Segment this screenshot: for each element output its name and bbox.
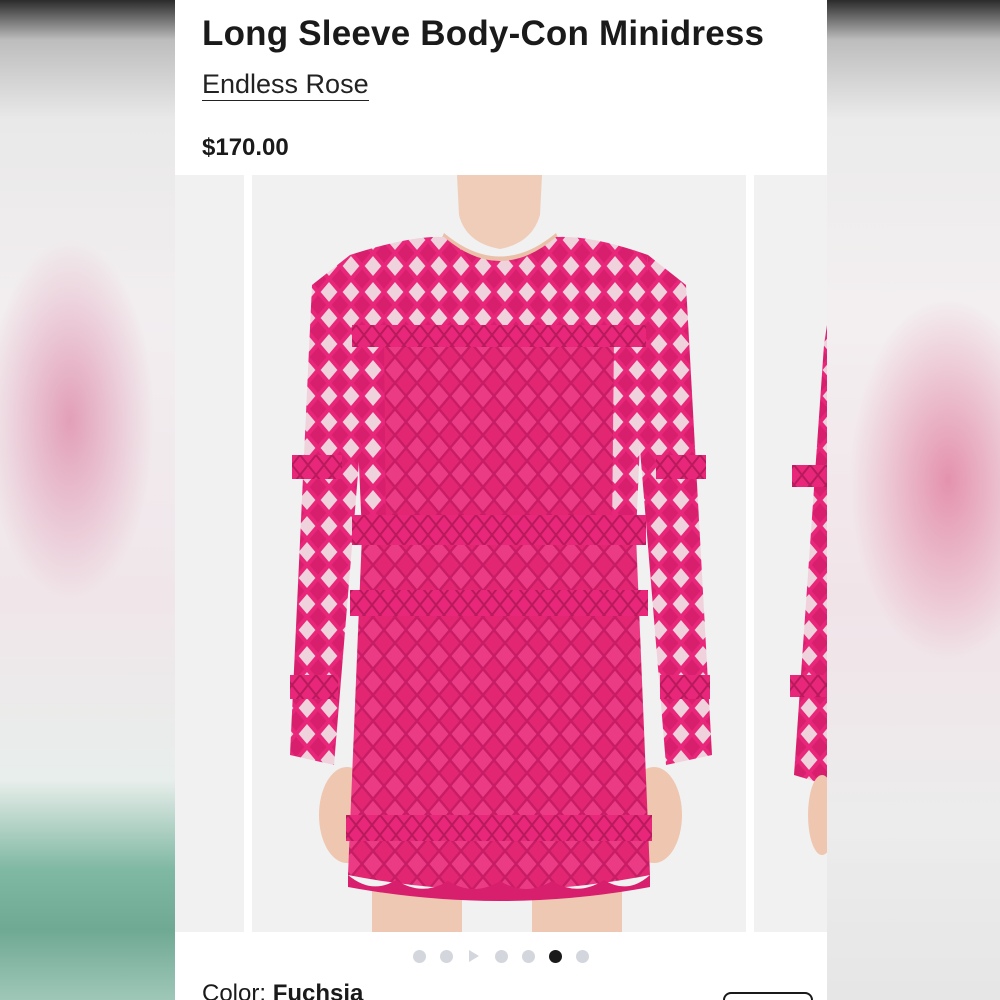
next-dress-photo bbox=[790, 325, 827, 855]
product-page: Long Sleeve Body-Con Minidress Endless R… bbox=[175, 0, 827, 1000]
blurred-backdrop-right bbox=[827, 0, 1000, 1000]
product-title: Long Sleeve Body-Con Minidress bbox=[202, 14, 765, 53]
pagination-dot[interactable] bbox=[440, 949, 453, 963]
carousel-slide-current[interactable] bbox=[252, 175, 746, 932]
carousel-slide-previous[interactable] bbox=[175, 175, 244, 932]
pagination-dot[interactable] bbox=[522, 949, 535, 963]
pagination-dot-active[interactable] bbox=[549, 949, 562, 963]
blurred-backdrop-left bbox=[0, 0, 175, 1000]
brand-link[interactable]: Endless Rose bbox=[202, 68, 369, 101]
size-option-button[interactable] bbox=[723, 992, 813, 1000]
pagination-dot[interactable] bbox=[413, 949, 426, 963]
pagination-dot[interactable] bbox=[576, 949, 589, 963]
carousel-slide-next[interactable] bbox=[754, 175, 827, 932]
image-carousel[interactable] bbox=[175, 175, 827, 932]
video-play-icon[interactable] bbox=[469, 950, 479, 962]
color-value: Fuchsia bbox=[272, 980, 364, 1000]
color-label: Color: bbox=[202, 980, 273, 1000]
color-selection: Color: Fuchsia bbox=[202, 980, 363, 1000]
dress-photo bbox=[290, 175, 712, 932]
carousel-pagination bbox=[175, 947, 827, 965]
product-price: $170.00 bbox=[202, 134, 289, 161]
pagination-dot[interactable] bbox=[495, 949, 508, 963]
